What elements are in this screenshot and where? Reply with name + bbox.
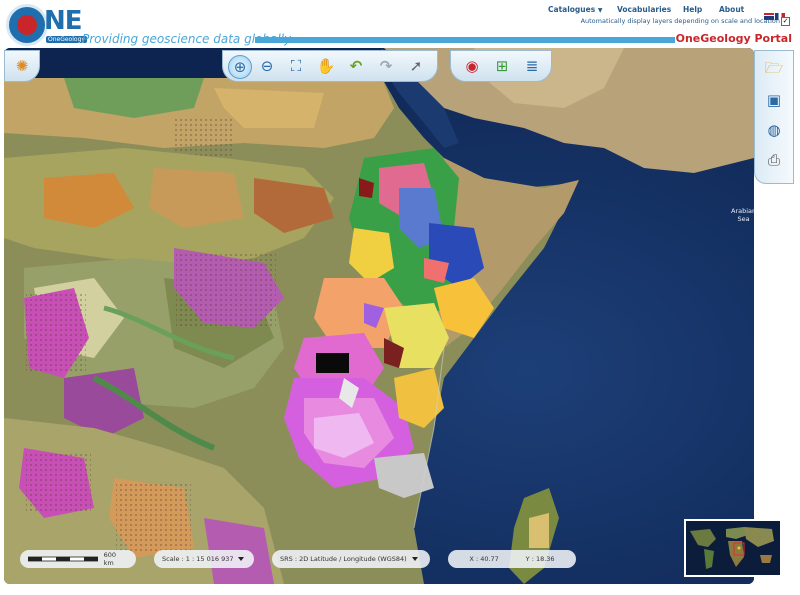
compass-icon[interactable]: ✺ (11, 55, 33, 77)
scale-bar-label: 600 km (103, 551, 116, 567)
chevron-down-icon (411, 557, 418, 561)
logo-subtitle: OneGeology (46, 36, 87, 43)
srs-select[interactable]: SRS : 2D Latitude / Longitude (WGS84) (272, 550, 430, 568)
legend-icon[interactable]: ◉ (461, 55, 483, 77)
tagline-bar (255, 37, 675, 43)
navigation-toolbar: ⊕ ⊖ ⛶ ✋ ↶ ↷ ➚ (222, 50, 438, 82)
layers-icon[interactable]: ≣ (521, 55, 543, 77)
coord-x: X : 40.77 (469, 555, 499, 563)
info-pointer-icon[interactable]: ➚ (405, 55, 427, 77)
language-flags[interactable] (764, 5, 786, 20)
nav-vocabularies[interactable]: Vocabularies (617, 5, 671, 14)
page-header: NE OneGeology Providing geoscience data … (0, 0, 800, 50)
zoom-in-icon[interactable]: ⊕ (228, 55, 252, 79)
undo-icon[interactable]: ↶ (345, 55, 367, 77)
sea-label-arabian: Arabian Sea (731, 207, 754, 223)
zoom-extent-icon[interactable]: ⛶ (285, 55, 307, 77)
print-icon[interactable]: ⎙ (763, 149, 785, 171)
layers-toolbar: ◉ ⊞ ≣ (450, 50, 552, 82)
map-view[interactable]: Arabian Sea (4, 48, 754, 584)
chevron-down-icon (238, 557, 245, 561)
nav-catalogues[interactable]: Catalogues ▼ (548, 5, 602, 14)
scale-bar-graphic (28, 556, 98, 562)
coordinates-readout: X : 40.77 Y : 18.36 (448, 550, 576, 568)
pan-hand-icon[interactable]: ✋ (315, 55, 337, 77)
auto-display-label: Automatically display layers depending o… (580, 17, 780, 25)
save-icon[interactable]: ▣ (763, 89, 785, 111)
portal-title: OneGeology Portal (675, 32, 792, 45)
overview-map[interactable] (684, 519, 782, 577)
redo-icon[interactable]: ↷ (375, 55, 397, 77)
nav-help[interactable]: Help (683, 5, 702, 14)
side-tools-panel: 🗁 ▣ ◍ ⎙ (754, 50, 794, 184)
globe-icon[interactable]: ◍ (763, 119, 785, 141)
folder-icon[interactable]: 🗁 (763, 59, 785, 81)
scale-select[interactable]: Scale : 1 : 15 016 937 (154, 550, 254, 568)
scale-bar: 600 km (20, 550, 136, 568)
onegeology-logo[interactable] (6, 4, 48, 46)
compass-toolbar: ✺ (4, 50, 40, 82)
nav-about[interactable]: About (719, 5, 744, 14)
scale-value: Scale : 1 : 15 016 937 (162, 555, 234, 563)
logo-text: NE (44, 6, 83, 36)
auto-display-checkbox[interactable]: ✓ (781, 17, 790, 26)
srs-value: SRS : 2D Latitude / Longitude (WGS84) (280, 555, 407, 563)
zoom-out-icon[interactable]: ⊖ (256, 55, 278, 77)
coord-y: Y : 18.36 (525, 555, 555, 563)
add-layer-icon[interactable]: ⊞ (491, 55, 513, 77)
